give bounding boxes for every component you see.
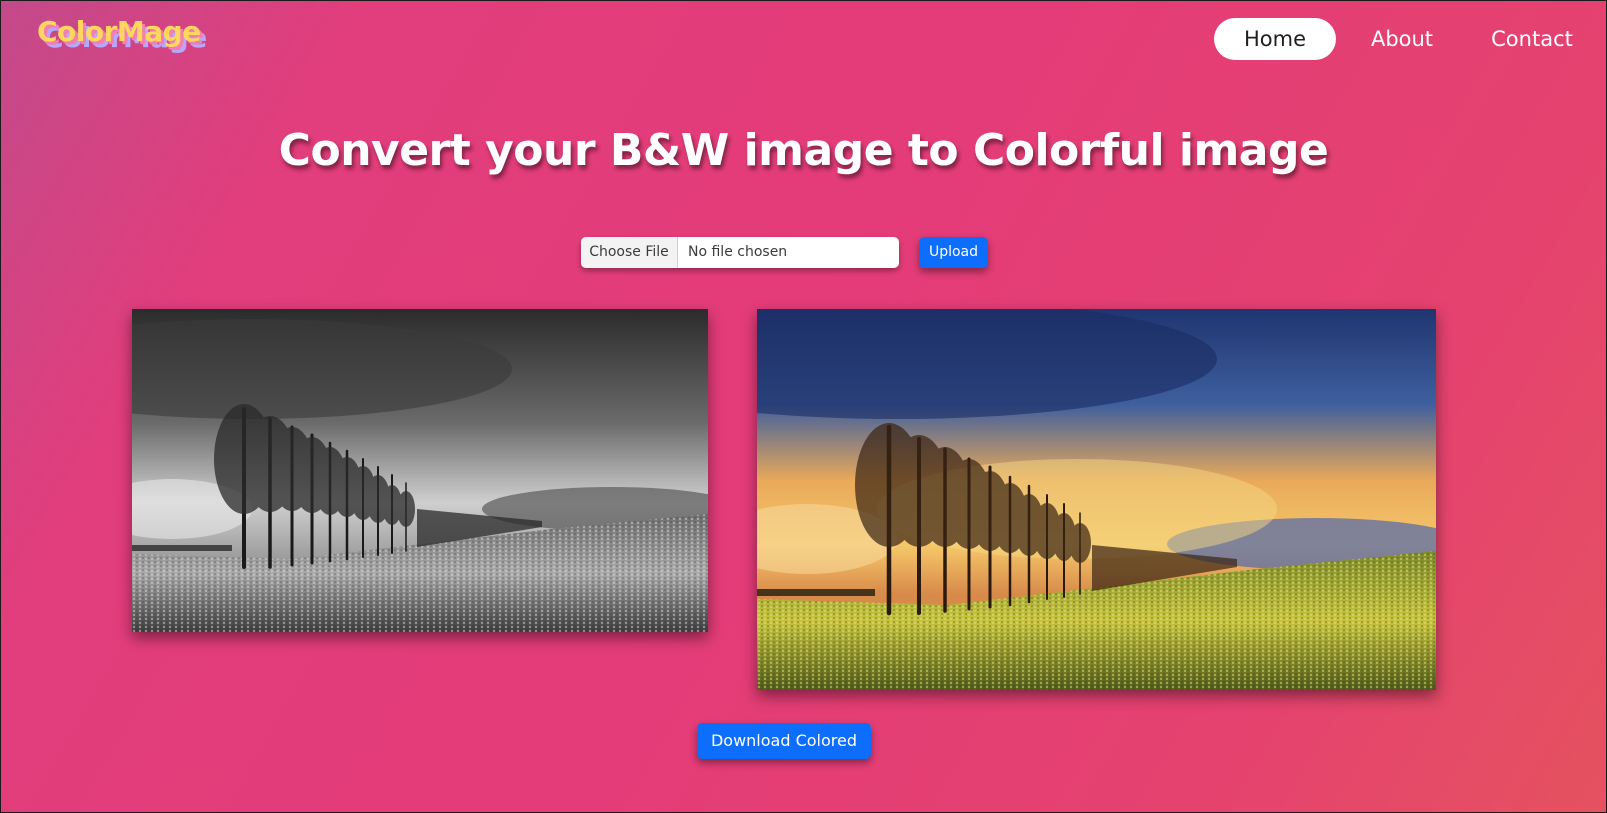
brand-logo[interactable]: ColorMage	[37, 15, 201, 48]
file-status: No file chosen	[688, 244, 788, 260]
page-title: Convert your B&W image to Colorful image	[278, 125, 1329, 176]
download-colored-button[interactable]: Download Colored	[697, 723, 871, 759]
nav-home[interactable]: Home	[1214, 18, 1336, 60]
choose-file-button[interactable]: Choose File	[581, 237, 678, 268]
nav-about[interactable]: About	[1356, 18, 1448, 60]
file-input[interactable]: Choose File No file chosen	[581, 237, 899, 268]
bw-input-image	[132, 309, 708, 632]
upload-button[interactable]: Upload	[919, 237, 988, 268]
nav-contact[interactable]: Contact	[1472, 18, 1592, 60]
colored-output-image	[757, 309, 1436, 690]
